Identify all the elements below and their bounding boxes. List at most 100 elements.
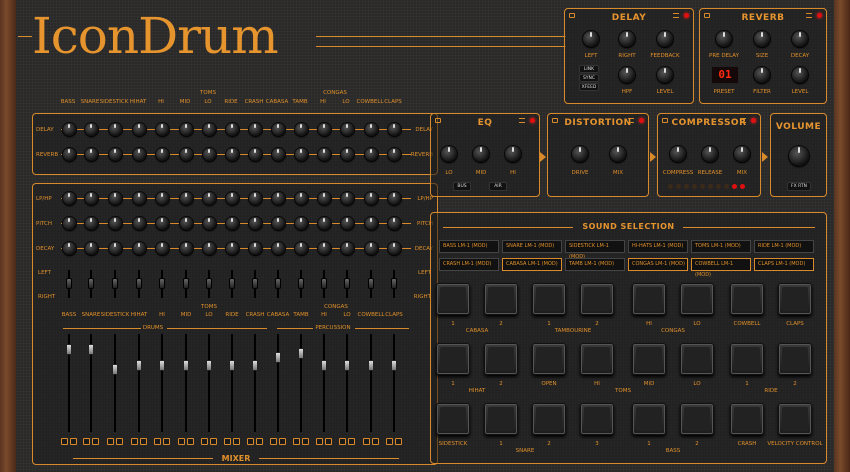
volume-fader[interactable]	[321, 360, 327, 371]
channel-knob[interactable]	[364, 191, 378, 205]
send-knob[interactable]	[132, 122, 146, 136]
send-knob[interactable]	[317, 147, 331, 161]
send-knob[interactable]	[340, 122, 354, 136]
sound-slot[interactable]: CRASH LM-1 (MOD)	[439, 258, 499, 271]
channel-knob[interactable]	[317, 191, 331, 205]
power-led-icon[interactable]	[639, 118, 644, 123]
send-knob[interactable]	[225, 122, 239, 136]
pan-slider[interactable]	[391, 278, 397, 289]
mute-button[interactable]	[293, 438, 300, 445]
solo-button[interactable]	[302, 438, 309, 445]
channel-knob[interactable]	[387, 216, 401, 230]
send-knob[interactable]	[271, 122, 285, 136]
send-knob[interactable]	[294, 147, 308, 161]
drum-pad[interactable]	[436, 283, 470, 315]
channel-knob[interactable]	[84, 241, 98, 255]
mute-button[interactable]	[61, 438, 68, 445]
mute-button[interactable]	[339, 438, 346, 445]
reverb-level-knob[interactable]	[792, 67, 808, 83]
comp-mix-knob[interactable]	[734, 146, 750, 162]
send-knob[interactable]	[132, 147, 146, 161]
solo-button[interactable]	[325, 438, 332, 445]
delay-level-knob[interactable]	[657, 67, 673, 83]
reverb-predelay-knob[interactable]	[716, 31, 732, 47]
channel-knob[interactable]	[294, 216, 308, 230]
send-knob[interactable]	[271, 147, 285, 161]
channel-knob[interactable]	[179, 241, 193, 255]
channel-knob[interactable]	[340, 241, 354, 255]
channel-knob[interactable]	[84, 216, 98, 230]
solo-button[interactable]	[279, 438, 286, 445]
volume-fader[interactable]	[136, 360, 142, 371]
sound-slot[interactable]: COWBELL LM-1 (MOD)	[691, 258, 751, 278]
pan-slider[interactable]	[66, 278, 72, 289]
send-knob[interactable]	[202, 147, 216, 161]
channel-knob[interactable]	[364, 216, 378, 230]
channel-knob[interactable]	[155, 216, 169, 230]
send-knob[interactable]	[317, 122, 331, 136]
power-led-icon[interactable]	[530, 118, 535, 123]
mute-button[interactable]	[247, 438, 254, 445]
menu-icon[interactable]	[740, 118, 746, 123]
channel-knob[interactable]	[271, 241, 285, 255]
send-knob[interactable]	[294, 122, 308, 136]
pan-slider[interactable]	[183, 278, 189, 289]
sound-slot[interactable]: RIDE LM-1 (MOD)	[754, 240, 814, 253]
drum-pad[interactable]	[680, 343, 714, 375]
eq-mid-knob[interactable]	[473, 146, 489, 162]
pan-slider[interactable]	[136, 278, 142, 289]
drum-pad[interactable]	[580, 283, 614, 315]
solo-button[interactable]	[116, 438, 123, 445]
send-knob[interactable]	[62, 122, 76, 136]
volume-fader[interactable]	[112, 364, 118, 375]
drum-pad[interactable]	[730, 403, 764, 435]
solo-button[interactable]	[348, 438, 355, 445]
pan-slider[interactable]	[229, 278, 235, 289]
fx-return-button[interactable]: FX RTN	[787, 182, 811, 191]
drum-pad[interactable]	[484, 403, 518, 435]
send-knob[interactable]	[155, 122, 169, 136]
solo-button[interactable]	[256, 438, 263, 445]
solo-button[interactable]	[210, 438, 217, 445]
channel-knob[interactable]	[155, 241, 169, 255]
send-knob[interactable]	[387, 122, 401, 136]
send-knob[interactable]	[179, 147, 193, 161]
sound-slot[interactable]: SIDESTICK LM-1 (MOD)	[565, 240, 625, 260]
send-knob[interactable]	[364, 147, 378, 161]
channel-knob[interactable]	[294, 191, 308, 205]
channel-knob[interactable]	[340, 216, 354, 230]
channel-knob[interactable]	[202, 216, 216, 230]
reverb-filter-knob[interactable]	[754, 67, 770, 83]
volume-fader[interactable]	[206, 360, 212, 371]
pan-slider[interactable]	[275, 278, 281, 289]
solo-button[interactable]	[140, 438, 147, 445]
drive-knob[interactable]	[572, 146, 588, 162]
air-button[interactable]: AIR	[489, 182, 507, 191]
channel-knob[interactable]	[62, 216, 76, 230]
drum-pad[interactable]	[532, 403, 566, 435]
channel-knob[interactable]	[84, 191, 98, 205]
mute-button[interactable]	[201, 438, 208, 445]
channel-knob[interactable]	[248, 216, 262, 230]
drum-pad[interactable]	[730, 343, 764, 375]
drum-pad[interactable]	[778, 283, 812, 315]
menu-icon[interactable]	[673, 13, 679, 18]
volume-fader[interactable]	[344, 360, 350, 371]
mute-button[interactable]	[178, 438, 185, 445]
send-knob[interactable]	[108, 122, 122, 136]
channel-knob[interactable]	[248, 241, 262, 255]
mute-button[interactable]	[131, 438, 138, 445]
pan-slider[interactable]	[206, 278, 212, 289]
volume-fader[interactable]	[183, 360, 189, 371]
channel-knob[interactable]	[132, 241, 146, 255]
xfeed-button[interactable]: XFEED	[579, 83, 599, 91]
pan-slider[interactable]	[298, 278, 304, 289]
pan-slider[interactable]	[368, 278, 374, 289]
drum-pad[interactable]	[484, 343, 518, 375]
solo-button[interactable]	[163, 438, 170, 445]
channel-knob[interactable]	[179, 216, 193, 230]
volume-fader[interactable]	[391, 360, 397, 371]
drum-pad[interactable]	[632, 283, 666, 315]
channel-knob[interactable]	[202, 241, 216, 255]
power-led-icon[interactable]	[684, 13, 689, 18]
